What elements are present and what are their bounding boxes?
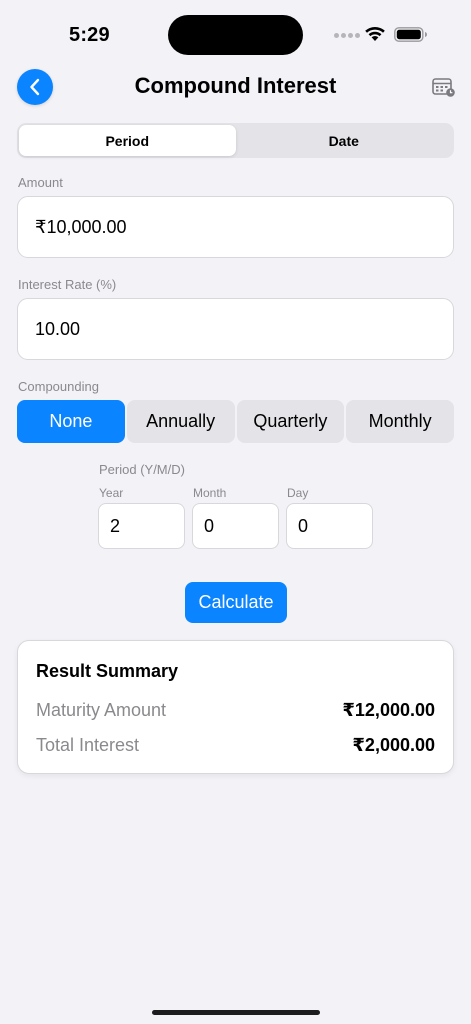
home-indicator (152, 1010, 320, 1015)
amount-input[interactable]: ₹10,000.00 (17, 196, 454, 258)
tab-period[interactable]: Period (19, 125, 236, 156)
maturity-amount-row: Maturity Amount ₹12,000.00 (36, 700, 435, 721)
compounding-option-none[interactable]: None (17, 400, 125, 443)
month-label: Month (193, 486, 227, 500)
total-interest-row: Total Interest ₹2,000.00 (36, 735, 435, 756)
compounding-option-annually[interactable]: Annually (126, 400, 235, 443)
result-summary-title: Result Summary (36, 661, 179, 681)
page-title: Compound Interest (134, 73, 337, 98)
year-label: Year (99, 486, 124, 500)
maturity-amount-value: ₹12,000.00 (342, 700, 435, 720)
year-input[interactable]: 2 (98, 503, 185, 549)
compounding-option-monthly[interactable]: Monthly (346, 400, 454, 443)
month-input[interactable]: 0 (192, 503, 279, 549)
tab-date[interactable]: Date (236, 125, 453, 156)
total-interest-value: ₹2,000.00 (352, 735, 435, 755)
calculate-button[interactable]: Calculate (185, 582, 287, 623)
status-bar: 5:29 (0, 0, 471, 70)
amount-label: Amount (18, 175, 63, 190)
battery-icon (394, 27, 427, 42)
interest-rate-label: Interest Rate (%) (18, 277, 117, 292)
dynamic-island (168, 15, 303, 55)
result-summary-card: Result Summary Maturity Amount ₹12,000.0… (17, 640, 454, 774)
total-interest-label: Total Interest (36, 735, 140, 755)
status-time: 5:29 (69, 24, 110, 46)
period-label: Period (Y/M/D) (99, 462, 185, 477)
calendar-icon[interactable] (432, 76, 456, 98)
day-label: Day (287, 486, 309, 500)
wifi-icon (365, 26, 385, 41)
compounding-selector: None Annually Quarterly Monthly (17, 400, 454, 443)
compounding-label: Compounding (18, 379, 99, 394)
interest-rate-input[interactable]: 10.00 (17, 298, 454, 360)
mode-segmented-control: Period Date (17, 123, 454, 158)
day-input[interactable]: 0 (286, 503, 373, 549)
compounding-option-quarterly[interactable]: Quarterly (236, 400, 345, 443)
cellular-signal-icon (334, 33, 360, 38)
maturity-amount-label: Maturity Amount (36, 700, 167, 720)
